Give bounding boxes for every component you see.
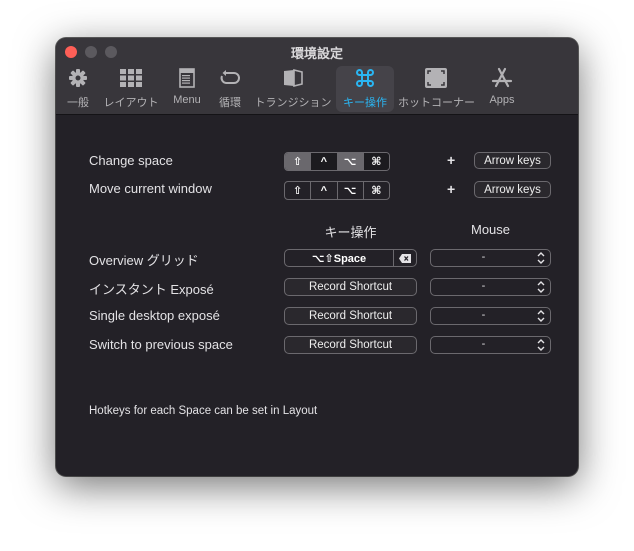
- updown-chevron-icon: [537, 252, 545, 264]
- select-value: -: [481, 251, 486, 263]
- shortcut-recorder-field[interactable]: ⌥⇧Space: [285, 250, 394, 266]
- overview-grid-label: Overview グリッド: [89, 253, 199, 268]
- command-key-icon: [336, 66, 394, 90]
- shift-modifier-toggle[interactable]: ⇧: [285, 153, 311, 170]
- preferences-window: 環境設定 一般 レイアウト Menu 循環 トランジション キー操作 ホットコー…: [56, 38, 578, 476]
- control-modifier-toggle[interactable]: ^: [310, 182, 336, 199]
- tab-key-operations[interactable]: キー操作: [336, 66, 394, 112]
- select-value: -: [481, 309, 486, 321]
- keys-column-header: キー操作: [324, 225, 377, 240]
- single-desktop-expose-mouse-select[interactable]: -: [430, 307, 551, 325]
- tab-cycle[interactable]: 循環: [212, 66, 248, 112]
- layout-hint-note: Hotkeys for each Space can be set in Lay…: [89, 405, 318, 417]
- tab-hot-corners[interactable]: ホットコーナー: [398, 66, 475, 112]
- gear-icon: [58, 66, 98, 90]
- select-value: -: [481, 338, 486, 350]
- change-space-arrow-keys-button[interactable]: Arrow keys: [474, 152, 551, 169]
- tab-transition[interactable]: トランジション: [254, 66, 332, 112]
- updown-chevron-icon: [537, 339, 545, 351]
- option-modifier-toggle[interactable]: ⌥: [336, 153, 363, 170]
- overview-grid-shortcut: ⌥⇧Space: [284, 249, 417, 267]
- plus-sign: +: [447, 181, 456, 197]
- key-operations-panel: Change space ⇧ ^ ⌥ ⌘ + Arrow keys Move c…: [56, 115, 578, 476]
- shift-modifier-toggle[interactable]: ⇧: [285, 182, 310, 199]
- tab-layout[interactable]: レイアウト: [102, 66, 160, 112]
- toolbar: 環境設定 一般 レイアウト Menu 循環 トランジション キー操作 ホットコー…: [56, 38, 578, 115]
- overview-grid-mouse-select[interactable]: -: [430, 249, 551, 267]
- select-value: -: [481, 280, 486, 292]
- switch-previous-space-record-shortcut-button[interactable]: Record Shortcut: [284, 336, 417, 354]
- updown-chevron-icon: [537, 310, 545, 322]
- command-modifier-toggle[interactable]: ⌘: [362, 182, 389, 199]
- single-desktop-expose-label: Single desktop exposé: [89, 308, 220, 323]
- change-space-modifiers: ⇧ ^ ⌥ ⌘: [284, 152, 390, 171]
- control-modifier-toggle[interactable]: ^: [310, 153, 337, 170]
- tab-label: レイアウト: [103, 97, 159, 109]
- plus-sign: +: [447, 152, 456, 168]
- tab-label: Menu: [173, 94, 201, 106]
- tab-label: ホットコーナー: [398, 97, 475, 109]
- transition-cube-icon: [254, 66, 332, 90]
- tab-label: 一般: [67, 97, 89, 109]
- switch-previous-space-label: Switch to previous space: [89, 337, 233, 352]
- clear-shortcut-button[interactable]: [394, 250, 416, 266]
- tab-apps[interactable]: Apps: [480, 66, 524, 112]
- single-desktop-expose-record-shortcut-button[interactable]: Record Shortcut: [284, 307, 417, 325]
- move-window-label: Move current window: [89, 181, 212, 196]
- menu-document-icon: [166, 66, 208, 90]
- tab-label: トランジション: [254, 97, 332, 109]
- instant-expose-record-shortcut-button[interactable]: Record Shortcut: [284, 278, 417, 296]
- change-space-label: Change space: [89, 153, 173, 168]
- tab-general[interactable]: 一般: [58, 66, 98, 112]
- tab-menu[interactable]: Menu: [166, 66, 208, 112]
- option-modifier-toggle[interactable]: ⌥: [336, 182, 363, 199]
- delete-key-icon: [399, 253, 411, 263]
- mouse-column-header: Mouse: [470, 222, 511, 237]
- hot-corners-icon: [398, 66, 474, 90]
- tab-label: Apps: [489, 94, 515, 106]
- tab-label: 循環: [219, 97, 241, 109]
- updown-chevron-icon: [537, 281, 545, 293]
- instant-expose-label: インスタント Exposé: [89, 282, 214, 297]
- cycle-arrow-icon: [212, 66, 248, 90]
- window-title: 環境設定: [290, 46, 343, 61]
- instant-expose-mouse-select[interactable]: -: [430, 278, 551, 296]
- app-store-icon: [480, 66, 524, 90]
- move-window-arrow-keys-button[interactable]: Arrow keys: [474, 181, 551, 198]
- tab-label: キー操作: [343, 97, 387, 109]
- command-modifier-toggle[interactable]: ⌘: [362, 153, 389, 170]
- grid-icon: [102, 66, 160, 90]
- move-window-modifiers: ⇧ ^ ⌥ ⌘: [284, 181, 390, 200]
- switch-previous-space-mouse-select[interactable]: -: [430, 336, 551, 354]
